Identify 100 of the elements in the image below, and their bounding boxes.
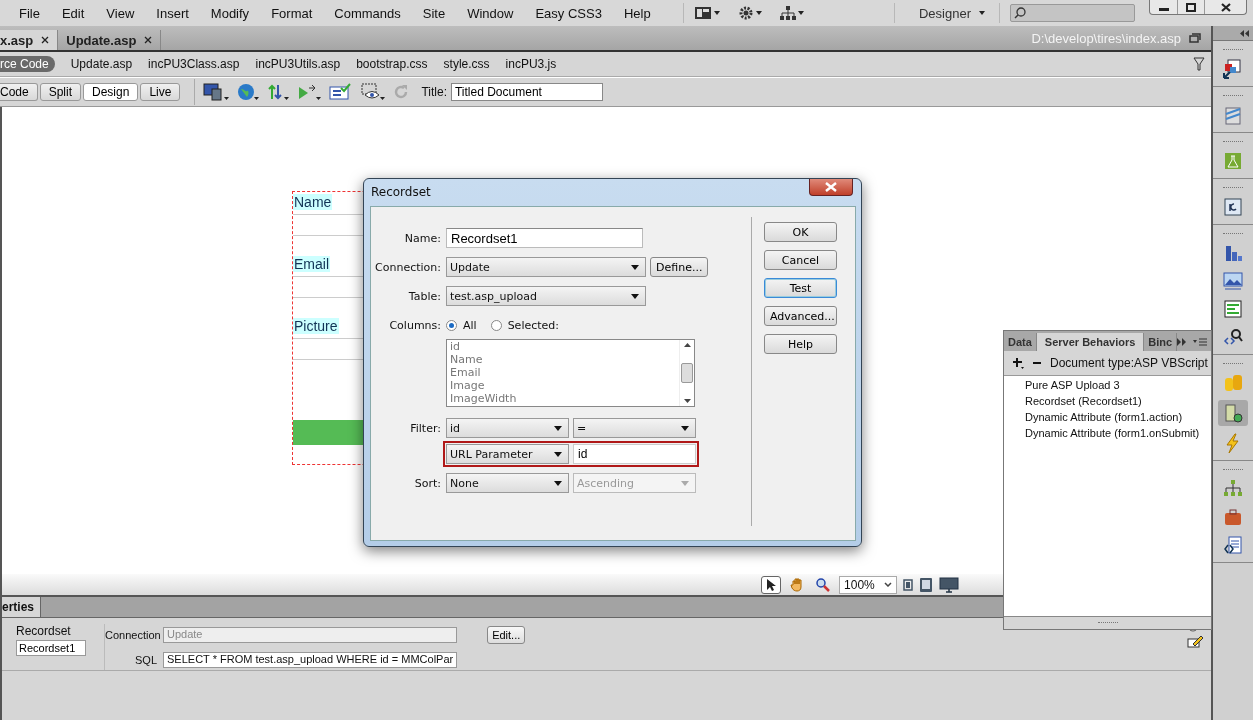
sql-field[interactable]: SELECT * FROM test.asp_upload WHERE id = MMColPar [163,651,458,668]
tablet-icon[interactable] [919,576,934,593]
close-icon [1220,2,1231,12]
sort-select[interactable]: None [446,473,569,493]
view-button[interactable]: Live [140,83,181,101]
close-icon [825,182,837,192]
menu-item[interactable]: Modify [210,5,250,21]
view-button[interactable]: Design [83,83,139,101]
radio-option[interactable]: Selected: [490,318,560,332]
list-item[interactable]: Email [450,366,679,379]
phone-icon[interactable] [903,578,914,591]
field-label: Picture [293,318,339,334]
related-file[interactable]: incPU3Utils.asp [255,57,341,71]
expand-icon[interactable] [1177,338,1188,346]
list-item[interactable]: ImageWidth [450,392,679,405]
behavior-item[interactable]: Pure ASP Upload 3 [1025,379,1211,391]
table-select[interactable]: test.asp_upload [446,286,646,306]
panel-tab[interactable]: Server Behaviors [1036,333,1145,351]
related-file[interactable]: style.css [443,57,490,71]
form-icon[interactable] [1222,298,1245,320]
filter-column-select[interactable]: id [446,418,569,438]
pencil-icon[interactable] [1187,634,1204,648]
title-field[interactable]: Titled Document [450,83,603,101]
close-button[interactable] [809,179,853,196]
menu-item[interactable]: Commands [334,5,401,21]
layout-menu[interactable] [693,6,720,20]
scrollbar[interactable] [679,340,694,406]
globe-icon[interactable] [237,83,260,101]
related-file[interactable]: rce Code [0,56,55,72]
list-item[interactable]: Name [450,353,679,366]
dialog-button[interactable]: Test [764,278,837,298]
menu-item[interactable]: File [19,5,40,21]
menu-item[interactable]: Window [467,5,514,21]
multiscreen-icon[interactable] [203,83,230,101]
sql-label: SQL [134,653,157,666]
document-tab[interactable]: x.asp [0,30,59,50]
menu-item[interactable]: Easy CSS3 [535,5,602,21]
monitor-icon[interactable] [939,576,960,593]
table-label: Table: [407,289,442,303]
menu-item[interactable]: Help [623,5,651,21]
behavior-item[interactable]: Dynamic Attribute (form1.action) [1025,411,1211,423]
workspace-switcher[interactable]: Designer [918,5,971,21]
pointer-tool[interactable] [761,575,782,594]
related-file[interactable]: incPU3.js [505,57,557,71]
define-button[interactable]: Define... [650,257,709,277]
site-menu[interactable] [779,5,804,21]
settings-menu[interactable] [737,5,762,21]
server-gear-icon[interactable] [1222,402,1245,424]
add-icon[interactable] [1012,357,1024,369]
dialog-title: Recordset [371,185,431,199]
checklist-icon[interactable] [329,83,354,101]
caret-icon [755,11,762,15]
list-item[interactable]: id [450,340,679,353]
dialog-button[interactable]: Cancel [764,250,837,270]
radio-option[interactable]: All [446,318,477,332]
recordset-field[interactable]: Recordset1 [16,640,86,656]
connection-select[interactable]: Update [446,257,646,277]
menu-item[interactable]: Insert [156,5,189,21]
zoom-select[interactable]: 100% [839,575,898,594]
panel-tab[interactable]: Data [1004,333,1037,351]
document-tab[interactable]: Update.asp [58,30,162,50]
caret-icon[interactable] [979,11,985,15]
dialog-button[interactable]: Advanced... [764,306,837,326]
filter-icon[interactable] [1193,57,1206,71]
restore-icon[interactable] [1189,33,1202,43]
view-button[interactable]: Code [0,83,38,101]
behavior-item[interactable]: Recordset (Recordset1) [1025,395,1211,407]
code-file-icon[interactable] [1222,534,1245,556]
panel-menu-icon[interactable] [1193,338,1208,346]
view-button[interactable]: Split [39,83,82,101]
operator-select[interactable]: = [573,418,696,438]
connection-label: Connection: [374,260,442,274]
dialog-button[interactable]: OK [764,222,837,242]
menu-item[interactable]: Site [422,5,446,21]
list-item[interactable]: Image [450,379,679,392]
collapse-icon[interactable] [1240,29,1249,37]
parameter-select[interactable]: URL Parameter [446,444,569,464]
edit-button[interactable]: Edit... [487,626,526,645]
related-file[interactable]: Update.asp [70,57,133,71]
close-icon[interactable] [41,36,50,44]
sitemap-icon [779,5,796,21]
dialog-button[interactable]: Help [764,334,837,354]
image-icon[interactable] [1222,270,1245,292]
play-icon[interactable] [297,83,322,101]
menu-item[interactable]: View [106,5,135,21]
magnifier-icon [816,577,831,592]
name-field[interactable]: Recordset1 [446,228,643,248]
layout-icon [693,6,712,20]
close-icon[interactable] [144,36,153,44]
related-file[interactable]: incPU3Class.asp [148,57,240,71]
related-file[interactable]: bootstrap.css [356,57,428,71]
menu-item[interactable]: Edit [61,5,85,21]
transfer-icon[interactable] [267,83,290,101]
menu-item[interactable]: Format [271,5,313,21]
behavior-item[interactable]: Dynamic Attribute (form1.onSubmit) [1025,427,1211,439]
properties-tab[interactable]: erties [2,597,42,617]
search-field[interactable] [1010,4,1135,22]
eye-icon[interactable] [361,83,386,101]
columns-list[interactable]: id Name Email Image ImageWidth [446,339,695,407]
parameter-field[interactable]: id [573,444,696,464]
